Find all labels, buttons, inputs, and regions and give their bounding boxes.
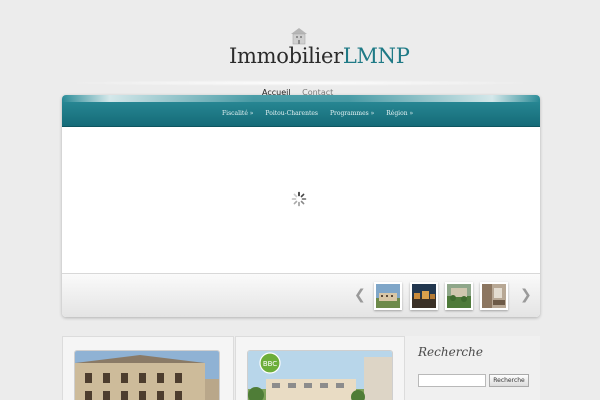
logo-accent: LMNP	[342, 44, 410, 68]
thumbnail-garden[interactable]	[445, 282, 473, 310]
thumbnail-bar: ❮ ❯	[62, 273, 540, 317]
site-logo[interactable]: ImmobilierLMNP	[229, 44, 410, 68]
category-menu: Fiscalité » Poitou-Charentes Programmes …	[222, 110, 423, 117]
menu-fiscalite[interactable]: Fiscalité »	[222, 110, 253, 117]
prev-arrow-icon[interactable]: ❮	[354, 287, 366, 303]
nav-highlight	[60, 80, 540, 86]
house-icon	[291, 28, 307, 45]
property-image-1[interactable]	[74, 350, 220, 400]
search-input[interactable]	[418, 374, 486, 387]
site-header: ImmobilierLMNP	[0, 0, 600, 86]
sidebar-title: Recherche	[418, 345, 483, 359]
menu-programmes[interactable]: Programmes »	[330, 110, 374, 117]
thumbnail-interior[interactable]	[480, 282, 508, 310]
loading-spinner-icon	[291, 191, 307, 207]
thumbnail-city-night[interactable]	[410, 282, 438, 310]
thumbnail-building[interactable]	[374, 282, 402, 310]
logo-main: Immobilier	[229, 44, 343, 68]
content-box-middle: BBC	[235, 336, 405, 400]
category-bar: Fiscalité » Poitou-Charentes Programmes …	[62, 95, 540, 127]
svg-text:BBC: BBC	[263, 360, 277, 368]
next-arrow-icon[interactable]: ❯	[520, 287, 532, 303]
slide-area[interactable]	[62, 127, 540, 273]
featured-slider: Fiscalité » Poitou-Charentes Programmes …	[62, 95, 540, 317]
property-image-2[interactable]: BBC	[247, 350, 393, 400]
sidebar: Recherche Recherche	[405, 336, 540, 400]
menu-region[interactable]: Région »	[386, 110, 413, 117]
menu-poitou-charentes[interactable]: Poitou-Charentes	[265, 110, 318, 117]
search-button[interactable]: Recherche	[489, 374, 529, 387]
content-box-left	[62, 336, 234, 400]
bar-gloss	[62, 95, 540, 102]
